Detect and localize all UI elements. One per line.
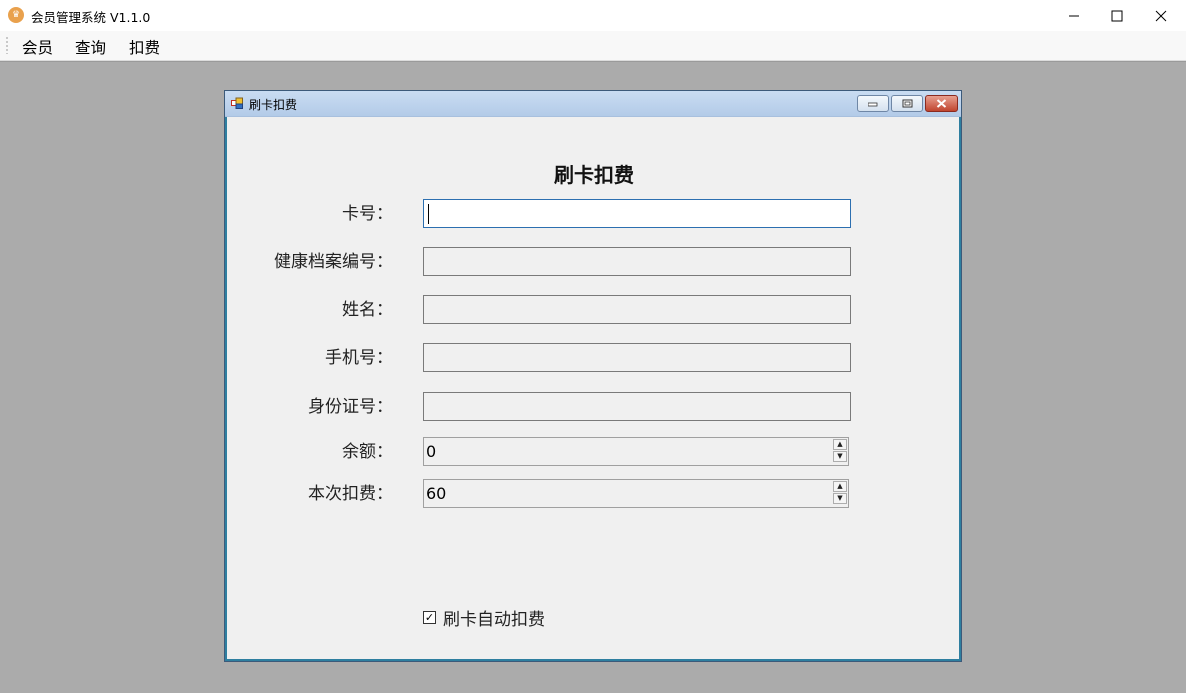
text-caret (428, 204, 429, 224)
restore-icon (902, 99, 912, 108)
spin-up-button[interactable]: ▲ (833, 481, 847, 492)
close-icon (1155, 10, 1167, 21)
child-minimize-button[interactable] (857, 95, 889, 112)
charge-amount-label: 本次扣费： (308, 484, 393, 504)
app-window-icon (231, 97, 243, 109)
child-title-bar[interactable]: 刷卡扣费 (225, 91, 961, 117)
balance-spinner: ▲ ▼ (833, 439, 847, 464)
minimize-button[interactable] (1051, 0, 1097, 31)
phone-label: 手机号： (325, 348, 393, 368)
phone-input[interactable] (423, 343, 851, 372)
charge-amount-value: 60 (426, 484, 447, 503)
close-button[interactable] (1138, 0, 1184, 31)
card-number-label: 卡号： (342, 204, 393, 224)
card-charge-window: 刷卡扣费 刷卡扣费 卡号： 健康档案编号： 姓名： 手机号： 身份证号： 余额：… (224, 90, 962, 662)
balance-label: 余额： (342, 442, 393, 462)
balance-value: 0 (426, 442, 437, 461)
minimize-icon (1069, 15, 1079, 16)
card-number-input[interactable] (423, 199, 851, 228)
menu-item-query[interactable]: 查询 (75, 36, 106, 58)
charge-amount-numeric-input[interactable]: 60 ▲ ▼ (423, 479, 849, 508)
health-record-input[interactable] (423, 247, 851, 276)
close-icon (936, 99, 947, 108)
menu-grip[interactable] (6, 36, 8, 54)
charge-amount-spinner: ▲ ▼ (833, 481, 847, 506)
name-input[interactable] (423, 295, 851, 324)
auto-charge-checkbox[interactable]: ✓ (423, 611, 436, 624)
menu-item-charge[interactable]: 扣费 (129, 36, 160, 58)
form-heading: 刷卡扣费 (554, 163, 634, 187)
child-form-body: 刷卡扣费 卡号： 健康档案编号： 姓名： 手机号： 身份证号： 余额： 0 ▲ … (225, 117, 961, 661)
child-restore-button[interactable] (891, 95, 923, 112)
name-label: 姓名： (342, 300, 393, 320)
minimize-icon (868, 102, 878, 106)
maximize-button[interactable] (1094, 0, 1140, 31)
id-number-input[interactable] (423, 392, 851, 421)
spin-down-button[interactable]: ▼ (833, 451, 847, 462)
title-bar: ♛ 会员管理系统 V1.1.0 (0, 0, 1186, 31)
auto-charge-label[interactable]: 刷卡自动扣费 (443, 605, 545, 630)
menu-item-members[interactable]: 会员 (22, 36, 53, 58)
child-window-title: 刷卡扣费 (249, 98, 298, 112)
auto-charge-option[interactable]: ✓ 刷卡自动扣费 (423, 605, 545, 630)
balance-numeric-input[interactable]: 0 ▲ ▼ (423, 437, 849, 466)
crown-icon: ♛ (8, 7, 24, 23)
id-number-label: 身份证号： (308, 397, 393, 417)
child-close-button[interactable] (925, 95, 958, 112)
menu-bar: 会员 查询 扣费 (0, 31, 1186, 61)
health-record-label: 健康档案编号： (274, 252, 393, 272)
spin-up-button[interactable]: ▲ (833, 439, 847, 450)
window-title: 会员管理系统 V1.1.0 (31, 10, 151, 25)
spin-down-button[interactable]: ▼ (833, 493, 847, 504)
maximize-icon (1111, 10, 1123, 21)
